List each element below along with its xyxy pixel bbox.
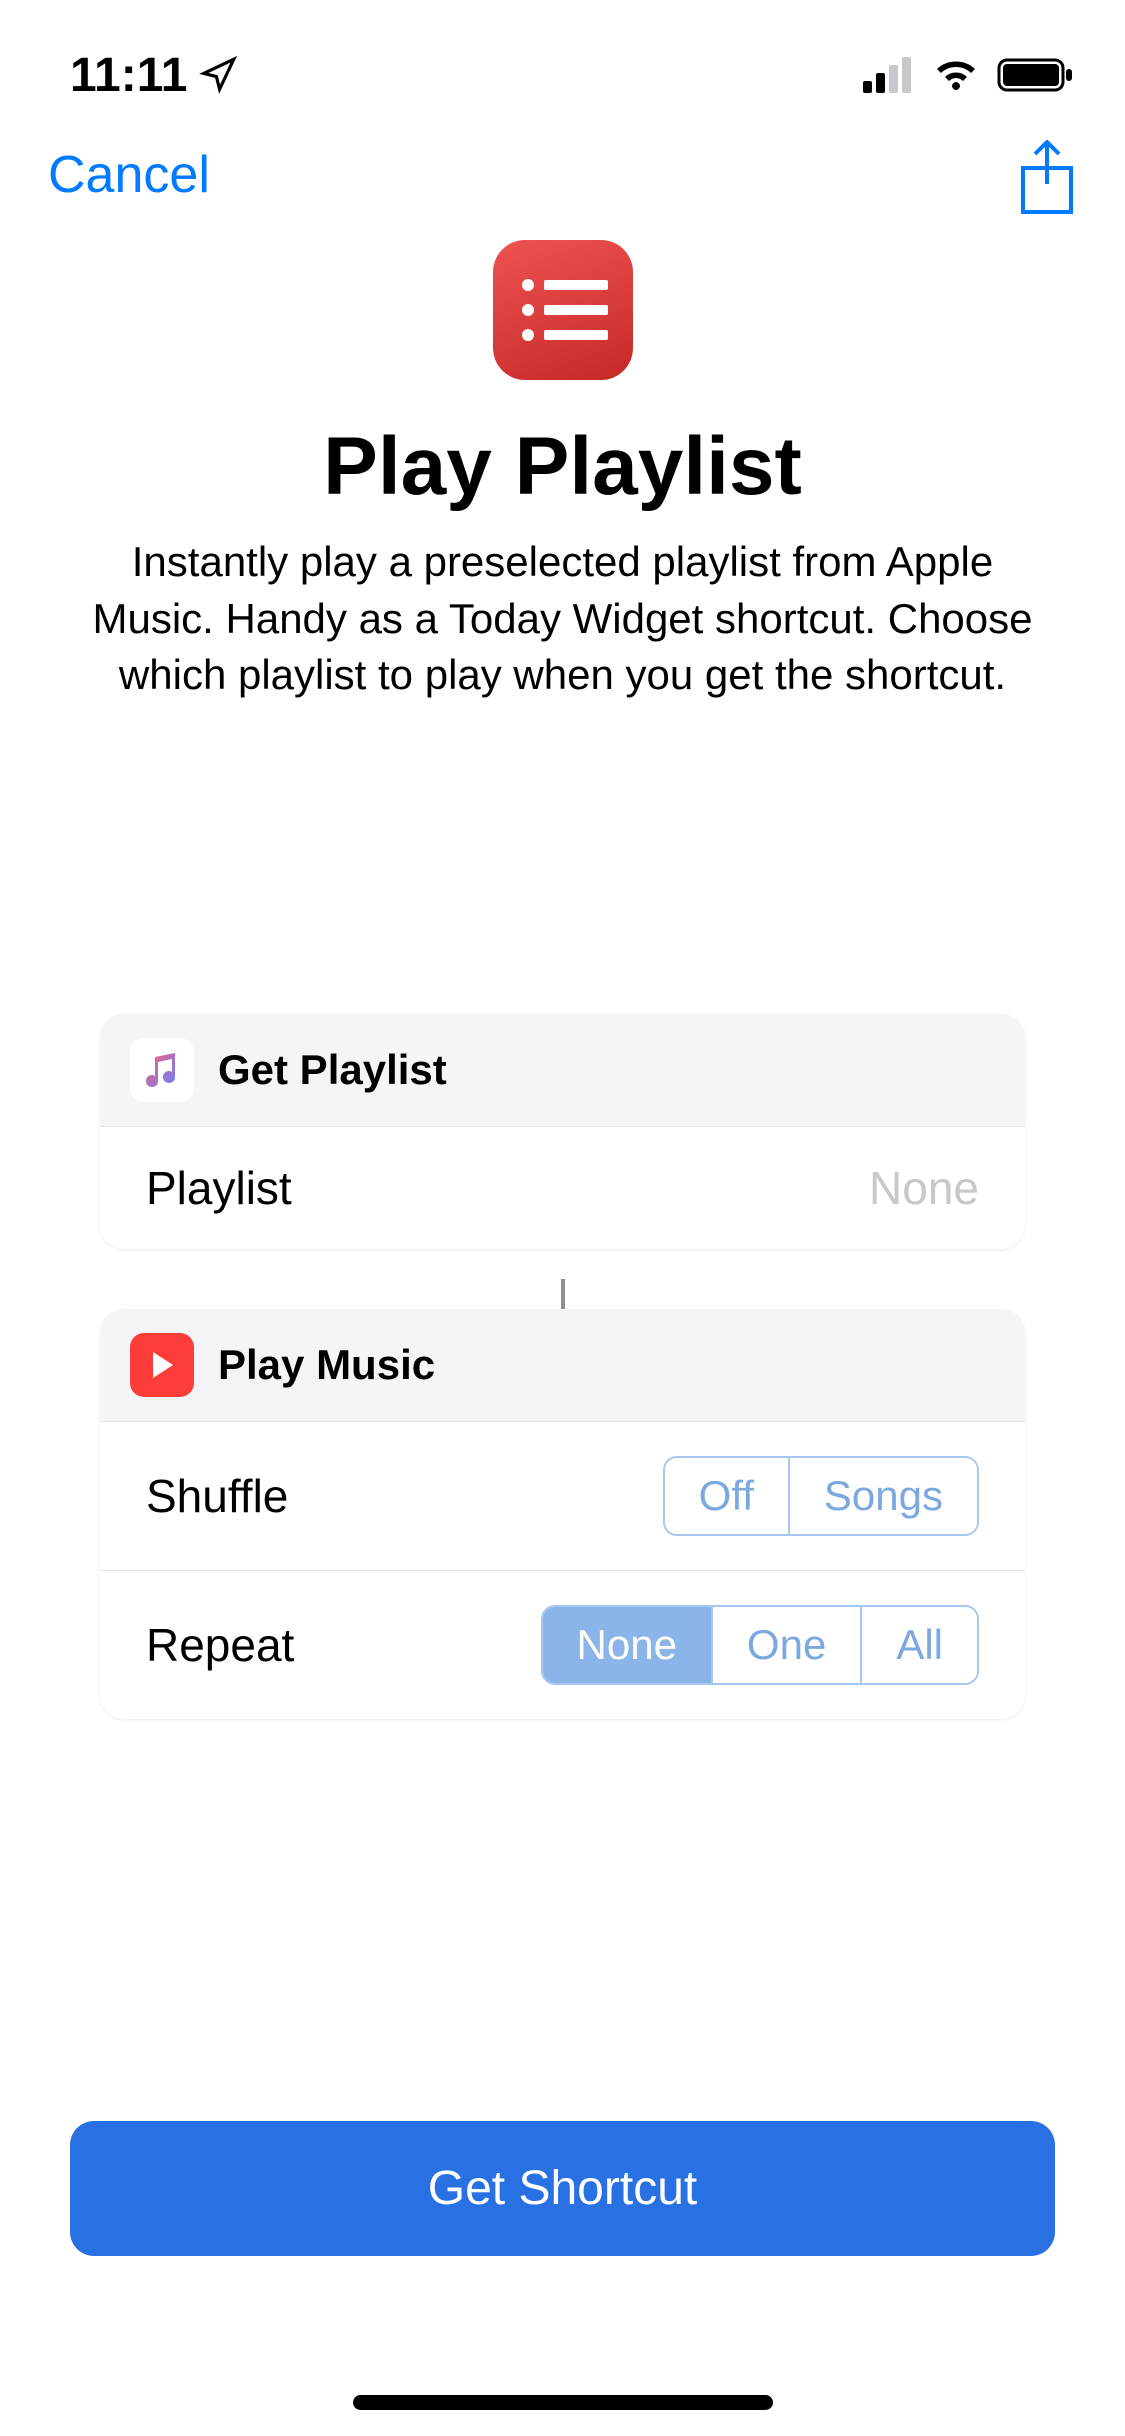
wifi-icon: [931, 57, 981, 93]
action-header: Play Music: [100, 1309, 1025, 1422]
cancel-button[interactable]: Cancel: [48, 145, 210, 205]
battery-icon: [997, 56, 1075, 94]
action-header: Get Playlist: [100, 1014, 1025, 1127]
repeat-all-button[interactable]: All: [862, 1607, 977, 1683]
playlist-label: Playlist: [146, 1161, 292, 1215]
action-title: Get Playlist: [218, 1046, 447, 1094]
repeat-row: Repeat None One All: [100, 1571, 1025, 1719]
shuffle-songs-button[interactable]: Songs: [790, 1458, 977, 1534]
home-indicator[interactable]: [353, 2395, 773, 2410]
share-button[interactable]: [1017, 140, 1077, 210]
get-playlist-action: Get Playlist Playlist None: [100, 1014, 1025, 1249]
nav-bar: Cancel: [0, 120, 1125, 230]
header-section: Play Playlist Instantly play a preselect…: [0, 230, 1125, 704]
shuffle-off-button[interactable]: Off: [665, 1458, 790, 1534]
playlist-row[interactable]: Playlist None: [100, 1127, 1025, 1249]
status-icons: [863, 56, 1075, 94]
repeat-segmented-control: None One All: [541, 1605, 979, 1685]
action-connector: [561, 1279, 565, 1309]
page-title: Play Playlist: [60, 420, 1065, 514]
shortcut-icon: [493, 240, 633, 380]
play-music-action: Play Music Shuffle Off Songs Repeat None…: [100, 1309, 1025, 1719]
action-title: Play Music: [218, 1341, 435, 1389]
playlist-value: None: [869, 1161, 979, 1215]
shuffle-row: Shuffle Off Songs: [100, 1422, 1025, 1571]
time-label: 11:11: [70, 48, 187, 103]
actions-container: Get Playlist Playlist None Play Music Sh…: [100, 1014, 1025, 1719]
get-shortcut-button[interactable]: Get Shortcut: [70, 2121, 1055, 2256]
repeat-none-button[interactable]: None: [543, 1607, 713, 1683]
shuffle-segmented-control: Off Songs: [663, 1456, 979, 1536]
list-icon: [518, 275, 608, 345]
shuffle-label: Shuffle: [146, 1469, 288, 1523]
music-note-icon: [130, 1038, 194, 1102]
share-icon: [1017, 140, 1077, 216]
play-icon: [130, 1333, 194, 1397]
cellular-icon: [863, 57, 915, 93]
page-description: Instantly play a preselected playlist fr…: [60, 534, 1065, 704]
repeat-one-button[interactable]: One: [713, 1607, 862, 1683]
status-bar: 11:11: [0, 0, 1125, 120]
location-icon: [199, 56, 237, 94]
repeat-label: Repeat: [146, 1618, 294, 1672]
status-time: 11:11: [70, 48, 237, 103]
